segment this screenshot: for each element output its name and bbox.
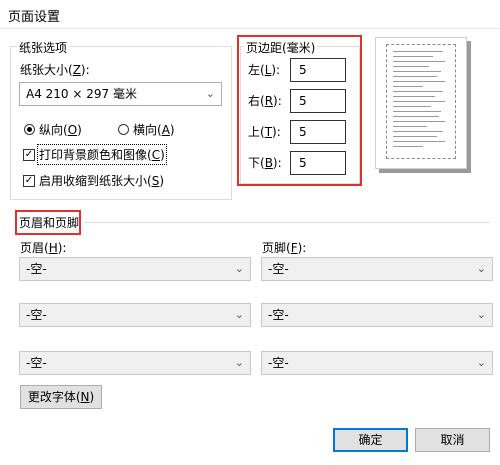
print-background-checkbox[interactable]: ✓ 打印背景颜色和图像(C) <box>23 144 167 165</box>
cancel-button[interactable]: 取消 <box>415 428 490 452</box>
title-divider <box>0 28 500 29</box>
paper-options-legend: 纸张选项 <box>17 39 70 56</box>
top-margin-label: 上(T): <box>248 125 281 139</box>
header-footer-label: 页眉和页脚 <box>19 216 80 230</box>
header-select-center[interactable]: -空- ⌄ <box>19 303 251 327</box>
chevron-down-icon: ⌄ <box>234 308 244 321</box>
portrait-label: 纵向(O) <box>39 123 82 137</box>
left-margin-input[interactable]: 5 <box>290 58 346 82</box>
footer-select-right[interactable]: -空- ⌄ <box>261 351 493 375</box>
header-select-left[interactable]: -空- ⌄ <box>19 257 251 281</box>
paper-size-select[interactable]: A4 210 × 297 毫米 ⌄ <box>19 82 222 106</box>
window-title: 页面设置 <box>8 10 61 25</box>
shrink-to-fit-label: 启用收缩到纸张大小(S) <box>39 174 164 188</box>
checkmark-icon: ✓ <box>23 174 35 187</box>
chevron-down-icon: ⌄ <box>476 356 486 369</box>
chevron-down-icon: ⌄ <box>476 308 486 321</box>
ok-button[interactable]: 确定 <box>333 428 408 452</box>
portrait-radio[interactable]: 纵向(O) <box>24 121 82 138</box>
change-font-button[interactable]: 更改字体(N) <box>20 385 102 409</box>
radio-unselected-icon <box>118 124 129 135</box>
top-margin-input[interactable]: 5 <box>290 120 346 144</box>
footer-label: 页脚(F): <box>262 241 307 255</box>
chevron-down-icon: ⌄ <box>476 262 486 275</box>
left-margin-label: 左(L): <box>248 63 281 77</box>
shrink-to-fit-checkbox[interactable]: ✓ 启用收缩到纸张大小(S) <box>23 172 164 189</box>
footer-select-left[interactable]: -空- ⌄ <box>261 257 493 281</box>
checkmark-icon: ✓ <box>23 148 35 161</box>
chevron-down-icon: ⌄ <box>234 262 244 275</box>
header-label: 页眉(H): <box>20 241 67 255</box>
header-footer-divider <box>84 222 490 223</box>
radio-selected-icon <box>24 124 35 135</box>
bottom-margin-input[interactable]: 5 <box>290 151 346 175</box>
paper-size-value: A4 210 × 297 毫米 <box>26 87 137 101</box>
header-select-right[interactable]: -空- ⌄ <box>19 351 251 375</box>
right-margin-label: 右(R): <box>248 94 282 108</box>
preview-sheet <box>375 37 467 169</box>
footer-select-center[interactable]: -空- ⌄ <box>261 303 493 327</box>
page-preview <box>367 35 479 180</box>
chevron-down-icon: ⌄ <box>234 356 244 369</box>
bottom-margin-label: 下(B): <box>248 156 282 170</box>
landscape-radio[interactable]: 横向(A) <box>118 121 175 138</box>
print-background-label: 打印背景颜色和图像(C) <box>37 144 167 165</box>
preview-printable-area <box>386 44 456 159</box>
paper-size-label: 纸张大小(Z): <box>20 63 90 77</box>
right-margin-input[interactable]: 5 <box>290 89 346 113</box>
chevron-down-icon: ⌄ <box>205 87 215 100</box>
landscape-label: 横向(A) <box>133 123 175 137</box>
